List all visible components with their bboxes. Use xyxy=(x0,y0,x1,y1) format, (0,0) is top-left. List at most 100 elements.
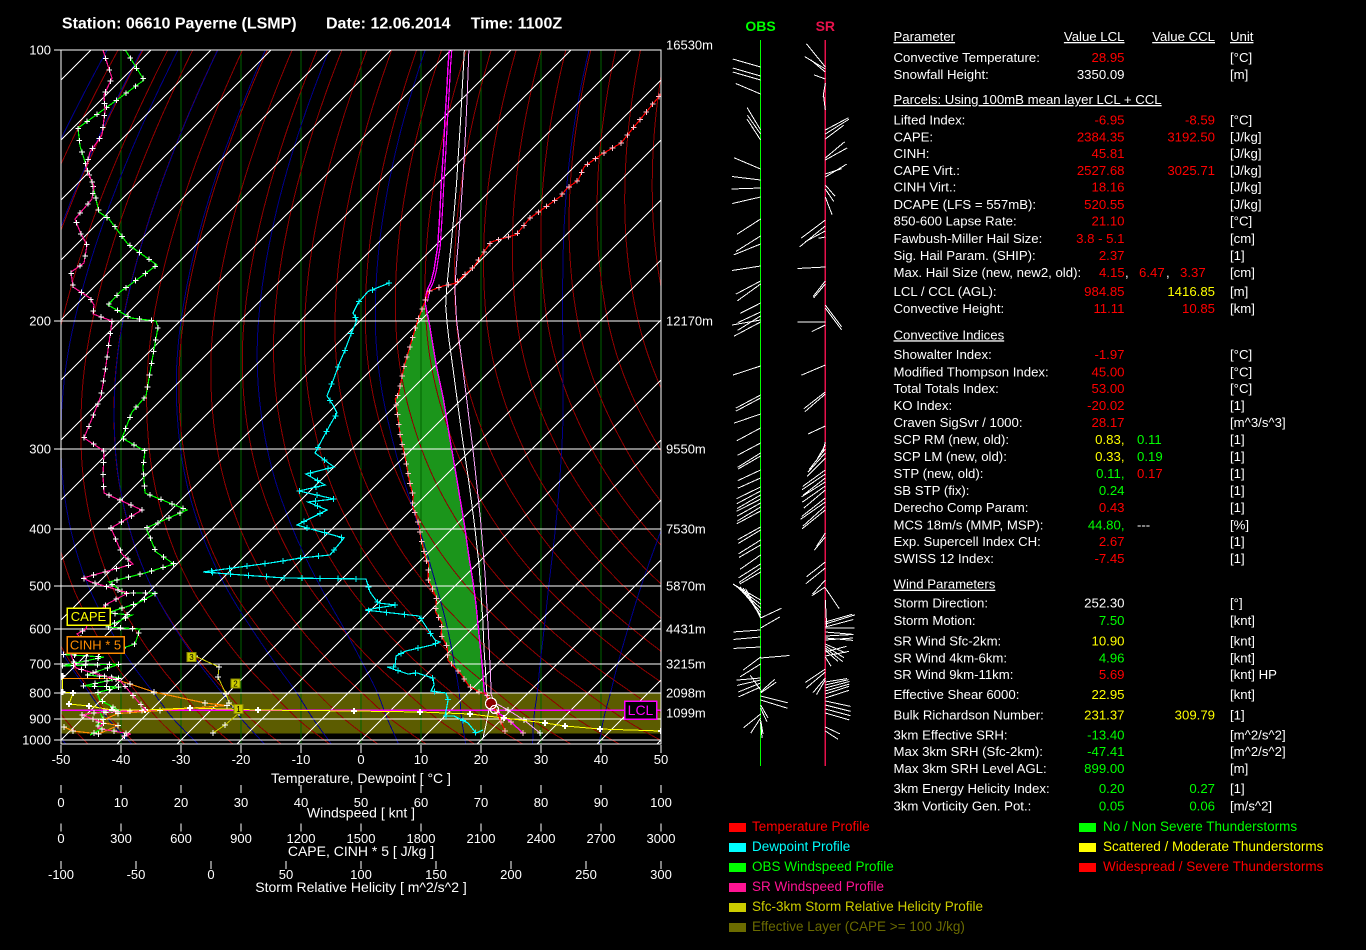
svg-text:[m]: [m] xyxy=(1230,67,1248,82)
svg-text:Total Totals Index:: Total Totals Index: xyxy=(894,381,999,396)
svg-text:70: 70 xyxy=(474,795,488,810)
svg-text:SR Wind 4km-6km:: SR Wind 4km-6km: xyxy=(894,650,1008,665)
svg-text:[°C]: [°C] xyxy=(1230,113,1252,128)
svg-text:2527.68: 2527.68 xyxy=(1077,163,1125,178)
svg-text:[1]: [1] xyxy=(1230,398,1245,413)
svg-text:[m/s^2]: [m/s^2] xyxy=(1230,798,1272,813)
svg-text:2098m: 2098m xyxy=(666,686,706,701)
svg-text:Wind Parameters: Wind Parameters xyxy=(894,577,996,592)
svg-text:4431m: 4431m xyxy=(666,622,706,637)
svg-text:[knt]: [knt] xyxy=(1230,650,1255,665)
svg-text:Craven SigSvr / 1000:: Craven SigSvr / 1000: xyxy=(894,415,1023,430)
svg-text:0: 0 xyxy=(207,867,214,882)
svg-text:---: --- xyxy=(1137,517,1150,532)
svg-text:1000: 1000 xyxy=(22,733,51,748)
svg-text:7530m: 7530m xyxy=(666,522,706,537)
svg-text:[knt]: [knt] xyxy=(1230,687,1255,702)
svg-text:22.95: 22.95 xyxy=(1091,687,1124,702)
svg-text:-13.40: -13.40 xyxy=(1087,727,1124,742)
svg-text:5.69: 5.69 xyxy=(1099,667,1125,682)
svg-text:Convective Height:: Convective Height: xyxy=(894,301,1005,316)
svg-text:,: , xyxy=(1125,265,1129,280)
svg-text:0: 0 xyxy=(57,795,64,810)
svg-text:LCL / CCL (AGL):: LCL / CCL (AGL): xyxy=(894,284,997,299)
svg-text:SR Wind Sfc-2km:: SR Wind Sfc-2km: xyxy=(894,633,1002,648)
svg-text:Fawbush-Miller Hail Size:: Fawbush-Miller Hail Size: xyxy=(894,231,1043,246)
svg-text:500: 500 xyxy=(29,579,51,594)
svg-text:400: 400 xyxy=(29,522,51,537)
svg-text:[km]: [km] xyxy=(1230,301,1255,316)
svg-text:SCP LM (new, old):: SCP LM (new, old): xyxy=(894,449,1007,464)
svg-text:10.90: 10.90 xyxy=(1091,633,1124,648)
svg-text:2100: 2100 xyxy=(467,831,496,846)
svg-text:20: 20 xyxy=(174,795,188,810)
svg-text:12170m: 12170m xyxy=(666,314,713,329)
svg-text:9550m: 9550m xyxy=(666,442,706,457)
svg-text:-50: -50 xyxy=(52,752,71,767)
svg-text:[°C]: [°C] xyxy=(1230,214,1252,229)
svg-text:CINH:: CINH: xyxy=(894,146,930,161)
svg-text:252.30: 252.30 xyxy=(1084,596,1124,611)
svg-text:28.95: 28.95 xyxy=(1091,50,1124,65)
svg-text:0.17: 0.17 xyxy=(1137,466,1163,481)
svg-text:18.16: 18.16 xyxy=(1091,180,1124,195)
svg-text:2: 2 xyxy=(233,680,238,689)
svg-text:28.17: 28.17 xyxy=(1091,415,1124,430)
svg-text:3.8 - 5.1: 3.8 - 5.1 xyxy=(1076,231,1124,246)
svg-text:Date: 12.06.2014: Date: 12.06.2014 xyxy=(326,16,451,33)
svg-text:100: 100 xyxy=(29,43,51,58)
svg-text:Effective Shear 6000:: Effective Shear 6000: xyxy=(894,687,1020,702)
svg-text:100: 100 xyxy=(650,795,672,810)
svg-text:0: 0 xyxy=(57,831,64,846)
svg-text:309.79: 309.79 xyxy=(1175,707,1215,722)
svg-text:899.00: 899.00 xyxy=(1084,761,1124,776)
svg-text:Scattered / Moderate Thunderst: Scattered / Moderate Thunderstorms xyxy=(1103,839,1324,854)
svg-text:[m^2/s^2]: [m^2/s^2] xyxy=(1230,744,1286,759)
svg-text:SCP RM (new, old):: SCP RM (new, old): xyxy=(894,432,1010,447)
svg-text:5870m: 5870m xyxy=(666,579,706,594)
svg-text:40: 40 xyxy=(594,752,608,767)
svg-text:[m]: [m] xyxy=(1230,284,1248,299)
svg-text:1: 1 xyxy=(236,705,241,714)
svg-text:Max 3km SRH Level AGL:: Max 3km SRH Level AGL: xyxy=(894,761,1047,776)
svg-text:Storm Motion:: Storm Motion: xyxy=(894,613,976,628)
svg-text:0.06: 0.06 xyxy=(1189,798,1215,813)
svg-text:53.00: 53.00 xyxy=(1091,381,1124,396)
svg-text:0.11: 0.11 xyxy=(1137,432,1162,447)
svg-text:Dewpoint Profile: Dewpoint Profile xyxy=(752,839,850,854)
svg-text:Convective Temperature:: Convective Temperature: xyxy=(894,50,1040,65)
svg-text:[m^2/s^2]: [m^2/s^2] xyxy=(1230,727,1286,742)
svg-text:-10: -10 xyxy=(292,752,311,767)
svg-text:Storm Relative Helicity [ m^2: Storm Relative Helicity [ m^2/s^2 ] xyxy=(255,879,467,895)
svg-text:10: 10 xyxy=(114,795,128,810)
svg-text:[1]: [1] xyxy=(1230,449,1245,464)
svg-text:[1]: [1] xyxy=(1230,707,1245,722)
svg-text:2.67: 2.67 xyxy=(1099,534,1125,549)
svg-text:4.96: 4.96 xyxy=(1099,650,1125,665)
svg-text:-40: -40 xyxy=(112,752,131,767)
svg-text:984.85: 984.85 xyxy=(1084,284,1124,299)
svg-text:[knt] HP: [knt] HP xyxy=(1230,667,1277,682)
svg-text:CINH * 5: CINH * 5 xyxy=(70,638,121,653)
svg-text:[J/kg]: [J/kg] xyxy=(1230,129,1262,144)
svg-text:Exp. Supercell Index CH:: Exp. Supercell Index CH: xyxy=(894,534,1041,549)
svg-text:[J/kg]: [J/kg] xyxy=(1230,146,1262,161)
svg-text:Time: 1100Z: Time: 1100Z xyxy=(471,16,563,33)
svg-text:[1]: [1] xyxy=(1230,551,1245,566)
svg-text:CAPE, CINH * 5 [ J/kg ]: CAPE, CINH * 5 [ J/kg ] xyxy=(288,843,434,859)
svg-text:2400: 2400 xyxy=(527,831,556,846)
svg-text:30: 30 xyxy=(234,795,248,810)
svg-text:STP (new, old):: STP (new, old): xyxy=(894,466,984,481)
svg-text:[1]: [1] xyxy=(1230,248,1245,263)
svg-text:1416.85: 1416.85 xyxy=(1167,284,1215,299)
svg-text:Lifted Index:: Lifted Index: xyxy=(894,113,966,128)
svg-text:0: 0 xyxy=(357,752,364,767)
svg-text:-30: -30 xyxy=(172,752,191,767)
svg-text:30: 30 xyxy=(534,752,548,767)
svg-text:Parameter: Parameter xyxy=(894,29,956,44)
svg-text:60: 60 xyxy=(414,795,428,810)
svg-text:No / Non Severe Thunderstorms: No / Non Severe Thunderstorms xyxy=(1103,819,1297,834)
svg-text:Value LCL: Value LCL xyxy=(1064,29,1125,44)
svg-text:,: , xyxy=(1166,265,1170,280)
svg-text:3000: 3000 xyxy=(647,831,676,846)
